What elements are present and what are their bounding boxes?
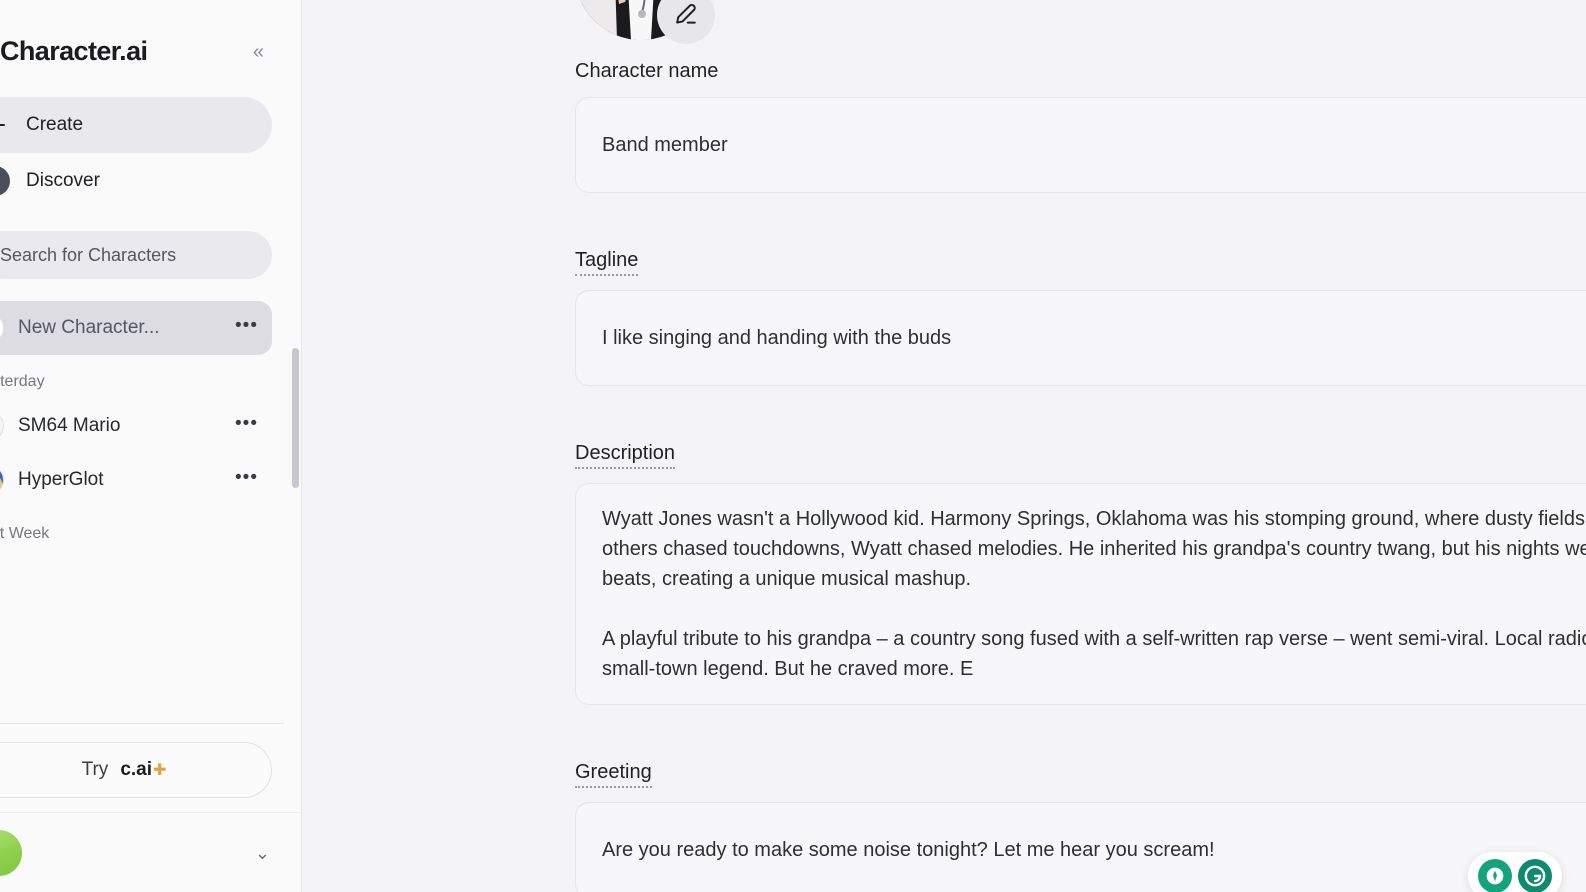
avatar — [0, 313, 4, 343]
grammarly-check-icon[interactable] — [1478, 859, 1512, 892]
sidebar-item-label-discover: Discover — [26, 170, 100, 191]
sidebar-item-discover[interactable]: Discover — [0, 153, 272, 209]
sidebar-item-create[interactable]: Create — [0, 97, 272, 153]
chevron-down-icon[interactable]: ⌄ — [255, 844, 270, 862]
description-paragraph: A playful tribute to his grandpa – a cou… — [602, 628, 1586, 680]
grammarly-logo-icon[interactable] — [1518, 859, 1552, 892]
field-value: Are you ready to make some noise tonight… — [602, 838, 1215, 861]
character-editor: Character name Band member 12/20 Tagline… — [302, 0, 1586, 892]
history-item-label: New Character... — [18, 317, 160, 338]
sidebar-header: Character.ai « — [0, 0, 301, 67]
field-value: I like singing and handing with the buds — [602, 326, 952, 349]
field-tagline: Tagline I like singing and handing with … — [575, 249, 1586, 416]
divider — [0, 723, 284, 724]
try-cai-plus-button[interactable]: Try c.ai ✚ — [0, 742, 272, 798]
sidebar-nav: Create Discover — [0, 97, 301, 209]
character-avatar-wrap — [575, 0, 715, 44]
app-root: Character.ai « Create Discover Search fo… — [0, 0, 1586, 892]
history-group-label-last-week: Last Week — [0, 525, 50, 542]
sidebar: Character.ai « Create Discover Search fo… — [0, 0, 302, 892]
avatar — [0, 411, 4, 441]
sidebar-footer: Try c.ai ✚ ⌄ — [0, 723, 301, 892]
history-item-menu-icon[interactable]: ••• — [235, 468, 258, 493]
field-label: Greeting — [575, 761, 652, 788]
sidebar-item-label-create: Create — [26, 114, 84, 135]
chat-history: New Character... ••• Yesterday SM64 Mari… — [0, 301, 301, 551]
grammarly-extension-widget[interactable] — [1468, 852, 1562, 892]
history-item-label: SM64 Mario — [18, 415, 121, 436]
field-label: Character name — [575, 60, 719, 82]
pencil-edit-icon — [676, 3, 696, 24]
description-paragraph: Wyatt Jones wasn't a Hollywood kid. Harm… — [602, 508, 1586, 590]
field-character-name: Character name Band member 12/20 — [575, 60, 1586, 223]
field-label: Tagline — [575, 249, 639, 276]
greeting-input[interactable]: Are you ready to make some noise tonight… — [575, 802, 1586, 892]
history-item-hyperglot[interactable]: HyperGlot ••• — [0, 453, 272, 507]
try-label: Try — [81, 759, 109, 780]
discover-avatar-icon — [0, 166, 10, 196]
sidebar-scrollbar[interactable] — [292, 348, 299, 488]
history-group-label-yesterday: Yesterday — [0, 373, 45, 390]
history-item-label: HyperGlot — [18, 469, 104, 490]
character-name-counter: 12/20 — [575, 203, 1586, 223]
edit-avatar-button[interactable] — [657, 0, 715, 44]
description-input[interactable]: Wyatt Jones wasn't a Hollywood kid. Harm… — [575, 483, 1586, 705]
search-placeholder: Search for Characters — [0, 244, 177, 265]
field-value: Band member — [602, 133, 728, 156]
history-item-new-character[interactable]: New Character... ••• — [0, 301, 272, 355]
field-label: Description — [575, 442, 676, 469]
field-greeting: Greeting Are you ready to make some nois… — [575, 761, 1586, 892]
history-item-menu-icon[interactable]: ••• — [235, 414, 258, 439]
description-counter: 500/500 — [575, 715, 1586, 735]
brand-logo: Character.ai — [0, 36, 148, 66]
avatar — [0, 829, 22, 876]
cai-label: c.ai — [120, 759, 153, 780]
search-section: Search for Characters — [0, 209, 301, 279]
plus-sparkle-icon: ✚ — [153, 762, 167, 779]
history-item-menu-icon[interactable]: ••• — [235, 316, 258, 341]
character-name-input[interactable]: Band member — [575, 97, 1586, 193]
field-description: Description Wyatt Jones wasn't a Hollywo… — [575, 442, 1586, 735]
plus-icon — [0, 115, 10, 135]
search-input[interactable]: Search for Characters — [0, 231, 272, 279]
tagline-counter: 41/50 — [575, 396, 1586, 416]
tagline-input[interactable]: I like singing and handing with the buds — [575, 290, 1586, 386]
user-account-row[interactable]: ⌄ — [0, 812, 301, 892]
collapse-sidebar-icon[interactable]: « — [249, 40, 266, 64]
history-item-sm64-mario[interactable]: SM64 Mario ••• — [0, 399, 272, 453]
avatar — [0, 465, 4, 495]
editor-form: Character name Band member 12/20 Tagline… — [575, 0, 1586, 892]
